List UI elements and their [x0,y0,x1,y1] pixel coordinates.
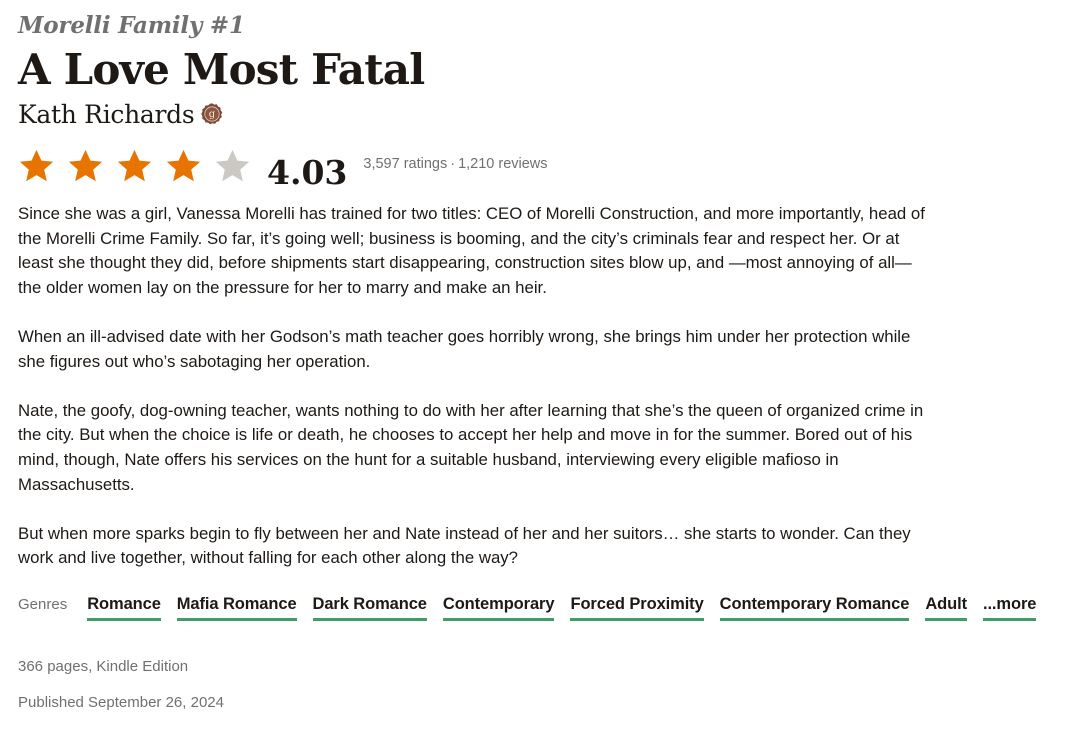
pages-format: 366 pages, Kindle Edition [18,657,189,675]
goodreads-author-icon: g [200,102,224,126]
genre-link[interactable]: Mafia Romance [176,595,297,621]
genres-list: Genres Romance Mafia Romance Dark Romanc… [18,595,1068,621]
rating-row: 4.03 3,597 ratings · 1,210 reviews [18,144,1068,192]
star-filled-icon [166,149,201,181]
description-paragraph: Since she was a girl, Vanessa Morelli ha… [18,204,925,297]
genre-link[interactable]: Romance [87,595,161,621]
description-paragraph: Nate, the goofy, dog-owning teacher, wan… [18,400,924,494]
reviews-count-link[interactable]: 1,210 reviews [458,156,547,172]
average-rating: 4.03 [267,152,348,192]
book-details-meta: 366 pages, Kindle Edition Published Sept… [18,657,1068,729]
genres-label: Genres [18,595,68,613]
svg-text:g: g [209,109,216,120]
meta-separator: · [450,156,456,172]
ratings-count-link[interactable]: 3,597 ratings [363,156,447,172]
genre-link[interactable]: Contemporary [442,595,555,621]
author-row: Kath Richards g [18,96,1068,132]
genre-link[interactable]: Dark Romance [312,595,427,621]
book-title: A Love Most Fatal [18,45,425,94]
genre-link[interactable]: Adult [925,595,967,621]
genre-link[interactable]: Contemporary Romance [719,595,909,621]
book-description: Since she was a girl, Vanessa Morelli ha… [18,202,928,571]
author-link[interactable]: Kath Richards [18,100,195,129]
rating-meta: 3,597 ratings · 1,210 reviews [363,156,547,172]
description-paragraph: When an ill-advised date with her Godson… [18,326,911,371]
genre-link[interactable]: Forced Proximity [570,595,704,621]
description-paragraph: But when more sparks begin to fly betwee… [18,523,911,568]
genres-more-button[interactable]: ...more [982,595,1036,621]
series-link[interactable]: Morelli Family #1 [18,10,1068,42]
book-details: Morelli Family #1 A Love Most Fatal Kath… [18,10,1068,729]
star-empty-icon [215,149,250,181]
star-filled-icon [117,149,152,181]
rating-stars [18,148,263,185]
publication-date: Published September 26, 2024 [18,693,224,711]
star-filled-icon [19,149,54,181]
star-filled-icon [68,149,103,181]
